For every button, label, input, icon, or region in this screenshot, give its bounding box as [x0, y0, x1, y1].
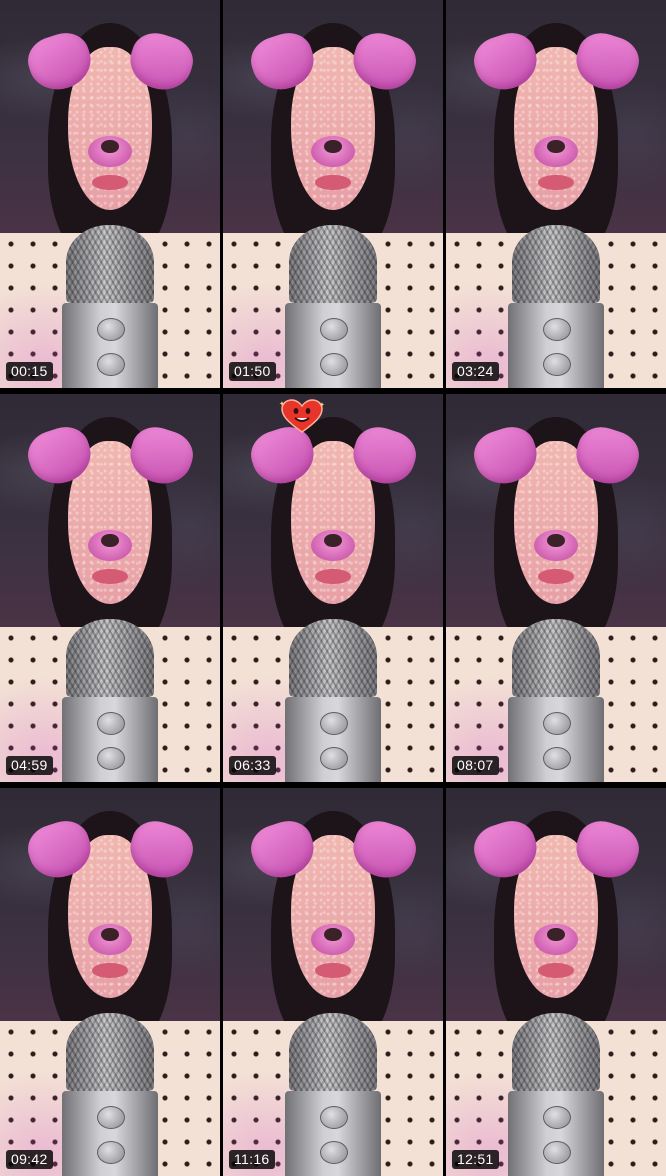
- lips: [538, 962, 574, 979]
- timestamp-badge: 12:51: [452, 1150, 499, 1169]
- dog-nose-icon: [547, 927, 565, 942]
- video-thumbnail-grid: 00:15 01:50 03:24 04:59 ✦ ✦ 06:33 08:07 …: [0, 0, 666, 1176]
- microphone-head-icon: [289, 225, 377, 303]
- microphone-head-icon: [289, 1013, 377, 1091]
- svg-text:✦: ✦: [319, 401, 325, 409]
- dog-nose-icon: [324, 533, 342, 548]
- lips: [315, 962, 351, 979]
- timestamp-badge: 08:07: [452, 756, 499, 775]
- timestamp-badge: 04:59: [6, 756, 53, 775]
- dog-nose-icon: [324, 139, 342, 154]
- thumbnail-frame-3[interactable]: 03:24: [446, 0, 666, 388]
- heart-face-icon: ✦ ✦: [279, 399, 325, 433]
- microphone-head-icon: [289, 619, 377, 697]
- thumbnail-frame-5[interactable]: ✦ ✦ 06:33: [223, 394, 443, 782]
- timestamp-badge: 09:42: [6, 1150, 53, 1169]
- thumbnail-frame-6[interactable]: 08:07: [446, 394, 666, 782]
- thumbnail-frame-9[interactable]: 12:51: [446, 788, 666, 1176]
- microphone-head-icon: [512, 225, 600, 303]
- timestamp-badge: 06:33: [229, 756, 276, 775]
- lips: [315, 568, 351, 585]
- timestamp-badge: 00:15: [6, 362, 53, 381]
- microphone-head-icon: [66, 619, 154, 697]
- lips: [92, 568, 128, 585]
- dog-nose-icon: [101, 139, 119, 154]
- dog-nose-icon: [547, 139, 565, 154]
- dog-nose-icon: [324, 927, 342, 942]
- lips: [538, 568, 574, 585]
- lips: [315, 174, 351, 191]
- timestamp-badge: 03:24: [452, 362, 499, 381]
- lips: [538, 174, 574, 191]
- microphone-head-icon: [512, 1013, 600, 1091]
- lips: [92, 174, 128, 191]
- microphone-head-icon: [512, 619, 600, 697]
- dog-nose-icon: [547, 533, 565, 548]
- timestamp-badge: 01:50: [229, 362, 276, 381]
- timestamp-badge: 11:16: [229, 1150, 275, 1169]
- thumbnail-frame-1[interactable]: 00:15: [0, 0, 220, 388]
- thumbnail-frame-8[interactable]: 11:16: [223, 788, 443, 1176]
- microphone-head-icon: [66, 225, 154, 303]
- dog-nose-icon: [101, 533, 119, 548]
- svg-text:✦: ✦: [279, 400, 285, 408]
- lips: [92, 962, 128, 979]
- thumbnail-frame-4[interactable]: 04:59: [0, 394, 220, 782]
- dog-nose-icon: [101, 927, 119, 942]
- thumbnail-frame-7[interactable]: 09:42: [0, 788, 220, 1176]
- microphone-head-icon: [66, 1013, 154, 1091]
- thumbnail-frame-2[interactable]: 01:50: [223, 0, 443, 388]
